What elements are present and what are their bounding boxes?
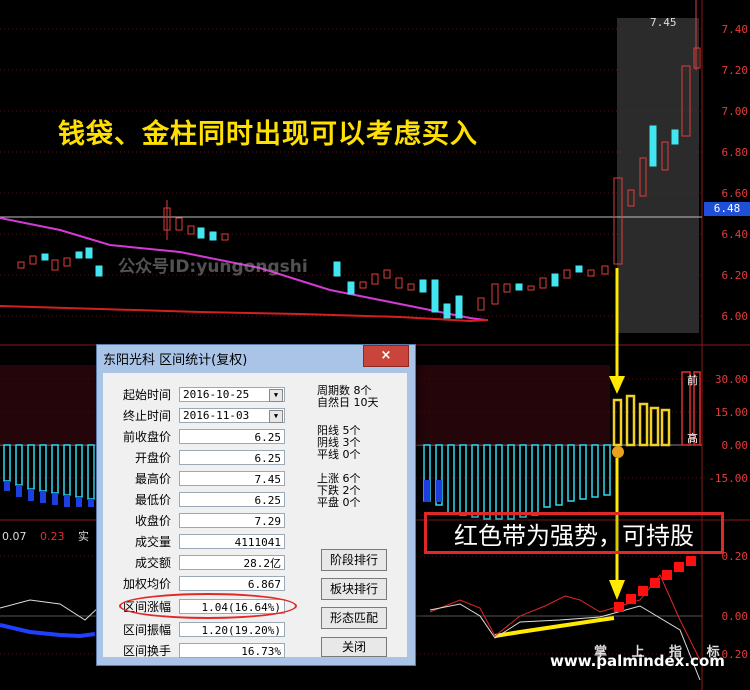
dropdown-arrow-icon[interactable]: ▼ (269, 410, 283, 423)
field-value: 7.29 (179, 513, 285, 528)
stat-text: 上涨 6个 (317, 472, 361, 485)
field-value: 16.73% (179, 643, 285, 658)
stat-text: 自然日 10天 (317, 396, 379, 409)
watermark: 公众号ID:yungongshi (118, 257, 308, 277)
stat-text: 平线 0个 (317, 448, 361, 461)
field-value: 2016-11-03 (183, 409, 250, 422)
field-label: 最高价 (134, 472, 171, 486)
highlight-ellipse (119, 593, 297, 619)
y-tick-label: 6.00 (721, 310, 749, 323)
side-label-top: 前 (687, 374, 698, 387)
field-value: 6.25 (179, 429, 285, 444)
y-tick-label: 6.60 (721, 187, 749, 200)
indicator-tick-label: -15.00 (708, 472, 748, 485)
stat-text: 周期数 8个 (317, 384, 372, 397)
headline-annotation: 钱袋、金柱同时出现可以考虑买入 (58, 119, 478, 150)
y-tick-label: 7.20 (721, 64, 749, 77)
close-button[interactable]: × (363, 345, 409, 367)
field-value: 6.867 (179, 576, 285, 591)
indicator-value: 实 (78, 530, 89, 543)
indicator-tick-label: 0.00 (721, 439, 749, 452)
field-value: 2016-10-25 (183, 388, 250, 401)
start-time-select[interactable]: 2016-10-25 ▼ (179, 387, 285, 402)
stat-text: 平盘 0个 (317, 496, 361, 509)
indicator-tick-label: 30.00 (714, 373, 748, 386)
y-tick-label: 6.40 (721, 228, 749, 241)
field-value: 7.45 (179, 471, 285, 486)
field-value: 6.25 (179, 492, 285, 507)
field-label: 收盘价 (134, 514, 171, 528)
indicator-value: 0.23 (40, 530, 65, 543)
field-label: 最低价 (134, 493, 171, 507)
dropdown-arrow-icon[interactable]: ▼ (269, 389, 283, 402)
indicator-values: 0.07 0.23 实 (2, 528, 99, 544)
lower-tick-label: 0.00 (721, 610, 749, 623)
side-label-bottom: 高 (687, 432, 698, 445)
field-label: 加权均价 (122, 577, 171, 591)
field-label: 成交额 (134, 556, 171, 570)
indicator-value: 0.07 (2, 530, 27, 543)
indicator-tick-label: 15.00 (714, 406, 748, 419)
stat-text: 阴线 3个 (317, 436, 361, 449)
stage-ranking-button[interactable]: 阶段排行 (321, 549, 387, 571)
y-tick-label: 6.80 (721, 146, 749, 159)
footer-brand-url: www.palmindex.com (550, 652, 725, 670)
strength-callout: 红色带为强势，可持股 (424, 512, 724, 554)
sector-ranking-button[interactable]: 板块排行 (321, 578, 387, 600)
interval-stats-dialog: 东阳光科 区间统计(复权) × 起始时间 2016-10-25 ▼ 终止时间 20… (96, 344, 416, 666)
field-label: 终止时间 (122, 409, 171, 423)
close-dialog-button[interactable]: 关闭 (321, 637, 387, 657)
field-label: 起始时间 (122, 388, 171, 402)
field-label: 前收盘价 (122, 430, 171, 444)
current-price-tag: 6.48 (704, 202, 750, 216)
stat-text: 下跌 2个 (317, 484, 361, 497)
field-value: 28.2亿 (179, 555, 285, 570)
dialog-body: 起始时间 2016-10-25 ▼ 终止时间 2016-11-03 ▼ 前收盘价 6.… (103, 373, 407, 658)
field-label: 成交量 (134, 535, 171, 549)
field-value: 6.25 (179, 450, 285, 465)
stat-text: 阳线 5个 (317, 424, 361, 437)
field-label: 开盘价 (134, 451, 171, 465)
y-tick-label: 7.40 (721, 23, 749, 36)
y-tick-label: 6.20 (721, 269, 749, 282)
pattern-match-button[interactable]: 形态匹配 (321, 607, 387, 629)
dialog-title: 东阳光科 区间统计(复权) (103, 353, 248, 368)
end-time-select[interactable]: 2016-11-03 ▼ (179, 408, 285, 423)
high-price-label: 7.45 (650, 16, 677, 29)
field-label: 区间振幅 (122, 623, 171, 637)
field-value: 1.20(19.20%) (179, 622, 285, 637)
field-label: 区间换手 (122, 644, 171, 658)
y-tick-label: 7.00 (721, 105, 749, 118)
field-value: 4111041 (179, 534, 285, 549)
